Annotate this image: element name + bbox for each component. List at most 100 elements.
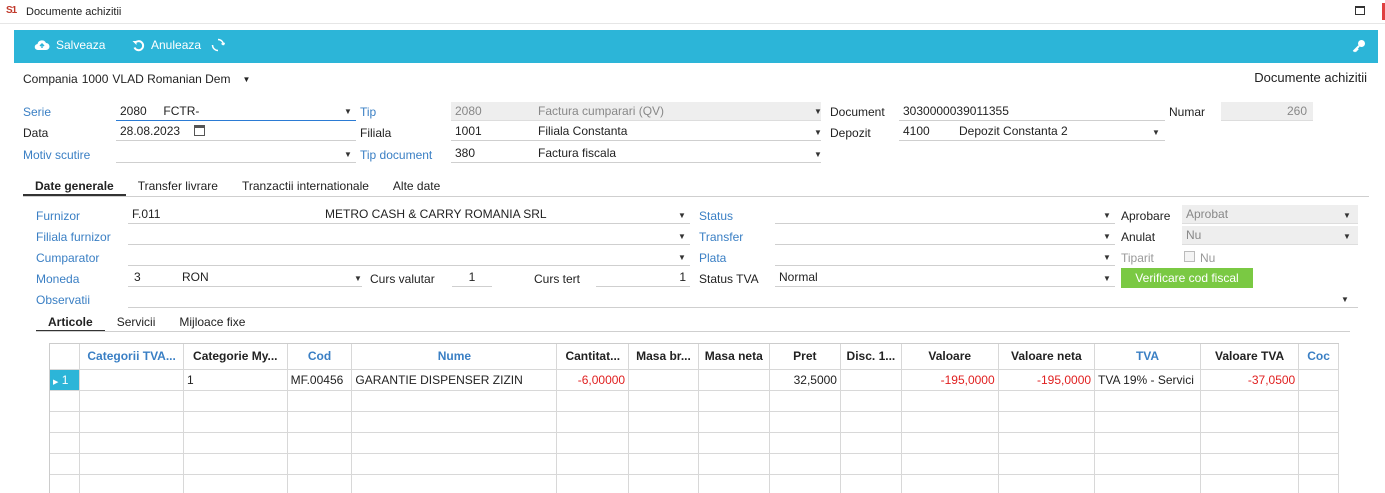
status-field[interactable] — [775, 205, 1115, 224]
col-valoare-tva[interactable]: Valoare TVA — [1200, 344, 1300, 370]
cell-pret[interactable]: 32,5000 — [769, 369, 841, 391]
data-value: 28.08.2023 — [120, 124, 181, 138]
col-tva[interactable]: TVA — [1094, 344, 1201, 370]
chevron-down-icon[interactable]: ▼ — [242, 75, 250, 84]
status-dropdown-icon[interactable]: ▼ — [1103, 211, 1111, 220]
observatii-dropdown-icon[interactable]: ▼ — [1341, 295, 1349, 304]
tip-document-dropdown-icon[interactable]: ▼ — [814, 150, 822, 159]
col-cantitate[interactable]: Cantitat... — [556, 344, 630, 370]
col-valoare-neta[interactable]: Valoare neta — [998, 344, 1096, 370]
cell-tva[interactable]: TVA 19% - Servici — [1094, 369, 1201, 391]
motiv-scutire-field[interactable] — [116, 144, 356, 163]
filiala-name: Filiala Constanta — [538, 124, 628, 138]
tip-document-name: Factura fiscala — [538, 146, 617, 160]
articles-table: Categorii TVA... Categorie My... Cod Num… — [50, 344, 1339, 493]
cell-cantitate[interactable]: -6,00000 — [556, 369, 630, 391]
col-pret[interactable]: Pret — [769, 344, 841, 370]
tiparit-checkbox — [1184, 251, 1195, 262]
status-tva-dropdown-icon[interactable]: ▼ — [1103, 274, 1111, 283]
col-masa-bruta[interactable]: Masa br... — [628, 344, 699, 370]
subtab-divider — [36, 331, 1350, 332]
furnizor-name: METRO CASH & CARRY ROMANIA SRL — [325, 207, 547, 221]
filiala-furnizor-label: Filiala furnizor — [36, 230, 111, 244]
motiv-dropdown-icon[interactable]: ▼ — [344, 150, 352, 159]
filiala-furnizor-dropdown-icon[interactable]: ▼ — [678, 232, 686, 241]
company-name: VLAD Romanian Dem — [112, 72, 231, 86]
cell-nume[interactable]: GARANTIE DISPENSER ZIZIN — [351, 369, 558, 391]
tip-document-field[interactable]: 380 Factura fiscala — [451, 144, 821, 163]
window-title: Documente achizitii — [26, 6, 122, 18]
transfer-field[interactable] — [775, 226, 1115, 245]
col-nume[interactable]: Nume — [351, 344, 558, 370]
curs-tert-label: Curs tert — [534, 272, 581, 286]
table-row-empty[interactable] — [50, 432, 1339, 454]
curs-valutar-field[interactable]: 1 — [452, 268, 492, 287]
col-masa-neta[interactable]: Masa neta — [698, 344, 770, 370]
window-titlebar: S1 Documente achizitii — [0, 0, 1385, 24]
cumparator-field[interactable] — [128, 247, 690, 266]
tab-mijloace-fixe[interactable]: Mijloace fixe — [167, 314, 257, 332]
table-row-empty[interactable] — [50, 453, 1339, 475]
table-row-empty[interactable] — [50, 474, 1339, 493]
plata-dropdown-icon[interactable]: ▼ — [1103, 253, 1111, 262]
cell-coc[interactable] — [1298, 369, 1339, 391]
tab-servicii[interactable]: Servicii — [105, 314, 168, 332]
observatii-field[interactable] — [128, 289, 1358, 308]
furnizor-field[interactable]: F.011 METRO CASH & CARRY ROMANIA SRL — [128, 205, 690, 224]
filiala-furnizor-field[interactable] — [128, 226, 690, 245]
transfer-label: Transfer — [699, 230, 744, 244]
col-categorii-tva[interactable]: Categorii TVA... — [79, 344, 184, 370]
col-valoare[interactable]: Valoare — [901, 344, 999, 370]
verificare-cod-fiscal-button[interactable]: Verificare cod fiscal — [1121, 268, 1253, 288]
row-indicator[interactable]: ▶ 1 — [50, 369, 81, 391]
plata-field[interactable] — [775, 247, 1115, 266]
moneda-field[interactable]: 3 RON — [128, 268, 362, 287]
col-disc[interactable]: Disc. 1... — [840, 344, 902, 370]
maximize-icon[interactable] — [1355, 6, 1365, 15]
cell-valoare-tva[interactable]: -37,0500 — [1200, 369, 1300, 391]
depozit-field[interactable]: 4100 Depozit Constanta 2 — [899, 122, 1165, 141]
table-row-empty[interactable] — [50, 390, 1339, 412]
refresh-icon[interactable] — [211, 38, 226, 52]
filiala-dropdown-icon[interactable]: ▼ — [814, 128, 822, 137]
serie-dropdown-icon[interactable]: ▼ — [344, 107, 352, 116]
tab-tranzactii-internationale[interactable]: Tranzactii internationale — [230, 178, 381, 196]
table-row-empty[interactable] — [50, 411, 1339, 433]
col-coc[interactable]: Coc — [1298, 344, 1339, 370]
cell-disc[interactable] — [840, 369, 902, 391]
data-field[interactable]: 28.08.2023 — [116, 122, 356, 141]
document-field[interactable]: 3030000039011355 — [899, 102, 1165, 121]
tab-transfer-livrare[interactable]: Transfer livrare — [126, 178, 230, 196]
calendar-icon[interactable] — [194, 125, 205, 136]
col-cod[interactable]: Cod — [287, 344, 353, 370]
table-row[interactable]: ▶ 1 1 MF.00456 GARANTIE DISPENSER ZIZIN … — [50, 369, 1339, 391]
cell-masa-neta[interactable] — [698, 369, 770, 391]
moneda-dropdown-icon[interactable]: ▼ — [354, 274, 362, 283]
col-categorie-my[interactable]: Categorie My... — [183, 344, 288, 370]
cell-valoare[interactable]: -195,0000 — [901, 369, 999, 391]
company-selector[interactable]: Compania 1000 VLAD Romanian Dem ▼ — [23, 72, 250, 86]
curs-tert-field[interactable]: 1 — [596, 268, 690, 287]
cell-cod[interactable]: MF.00456 — [287, 369, 353, 391]
articles-grid: Categorii TVA... Categorie My... Cod Num… — [49, 343, 1339, 493]
depozit-dropdown-icon[interactable]: ▼ — [1152, 128, 1160, 137]
serie-field[interactable]: 2080 FCTR- — [116, 102, 356, 121]
cancel-button[interactable]: Anuleaza — [132, 38, 226, 52]
plata-label: Plata — [699, 251, 727, 265]
save-button[interactable]: Salveaza — [34, 38, 105, 52]
key-icon[interactable] — [1352, 39, 1366, 53]
tab-alte-date[interactable]: Alte date — [381, 178, 452, 196]
filiala-field[interactable]: 1001 Filiala Constanta — [451, 122, 821, 141]
tip-dropdown-icon: ▼ — [814, 107, 822, 116]
tiparit-label: Tiparit — [1121, 251, 1154, 265]
cell-categorie-my[interactable]: 1 — [183, 369, 288, 391]
cumparator-dropdown-icon[interactable]: ▼ — [678, 253, 686, 262]
tab-date-generale[interactable]: Date generale — [23, 178, 126, 196]
cell-categorii-tva[interactable] — [79, 369, 184, 391]
transfer-dropdown-icon[interactable]: ▼ — [1103, 232, 1111, 241]
cell-valoare-neta[interactable]: -195,0000 — [998, 369, 1096, 391]
furnizor-dropdown-icon[interactable]: ▼ — [678, 211, 686, 220]
status-tva-field[interactable]: Normal — [775, 268, 1115, 287]
tab-articole[interactable]: Articole — [36, 314, 105, 332]
cell-masa-bruta[interactable] — [628, 369, 699, 391]
